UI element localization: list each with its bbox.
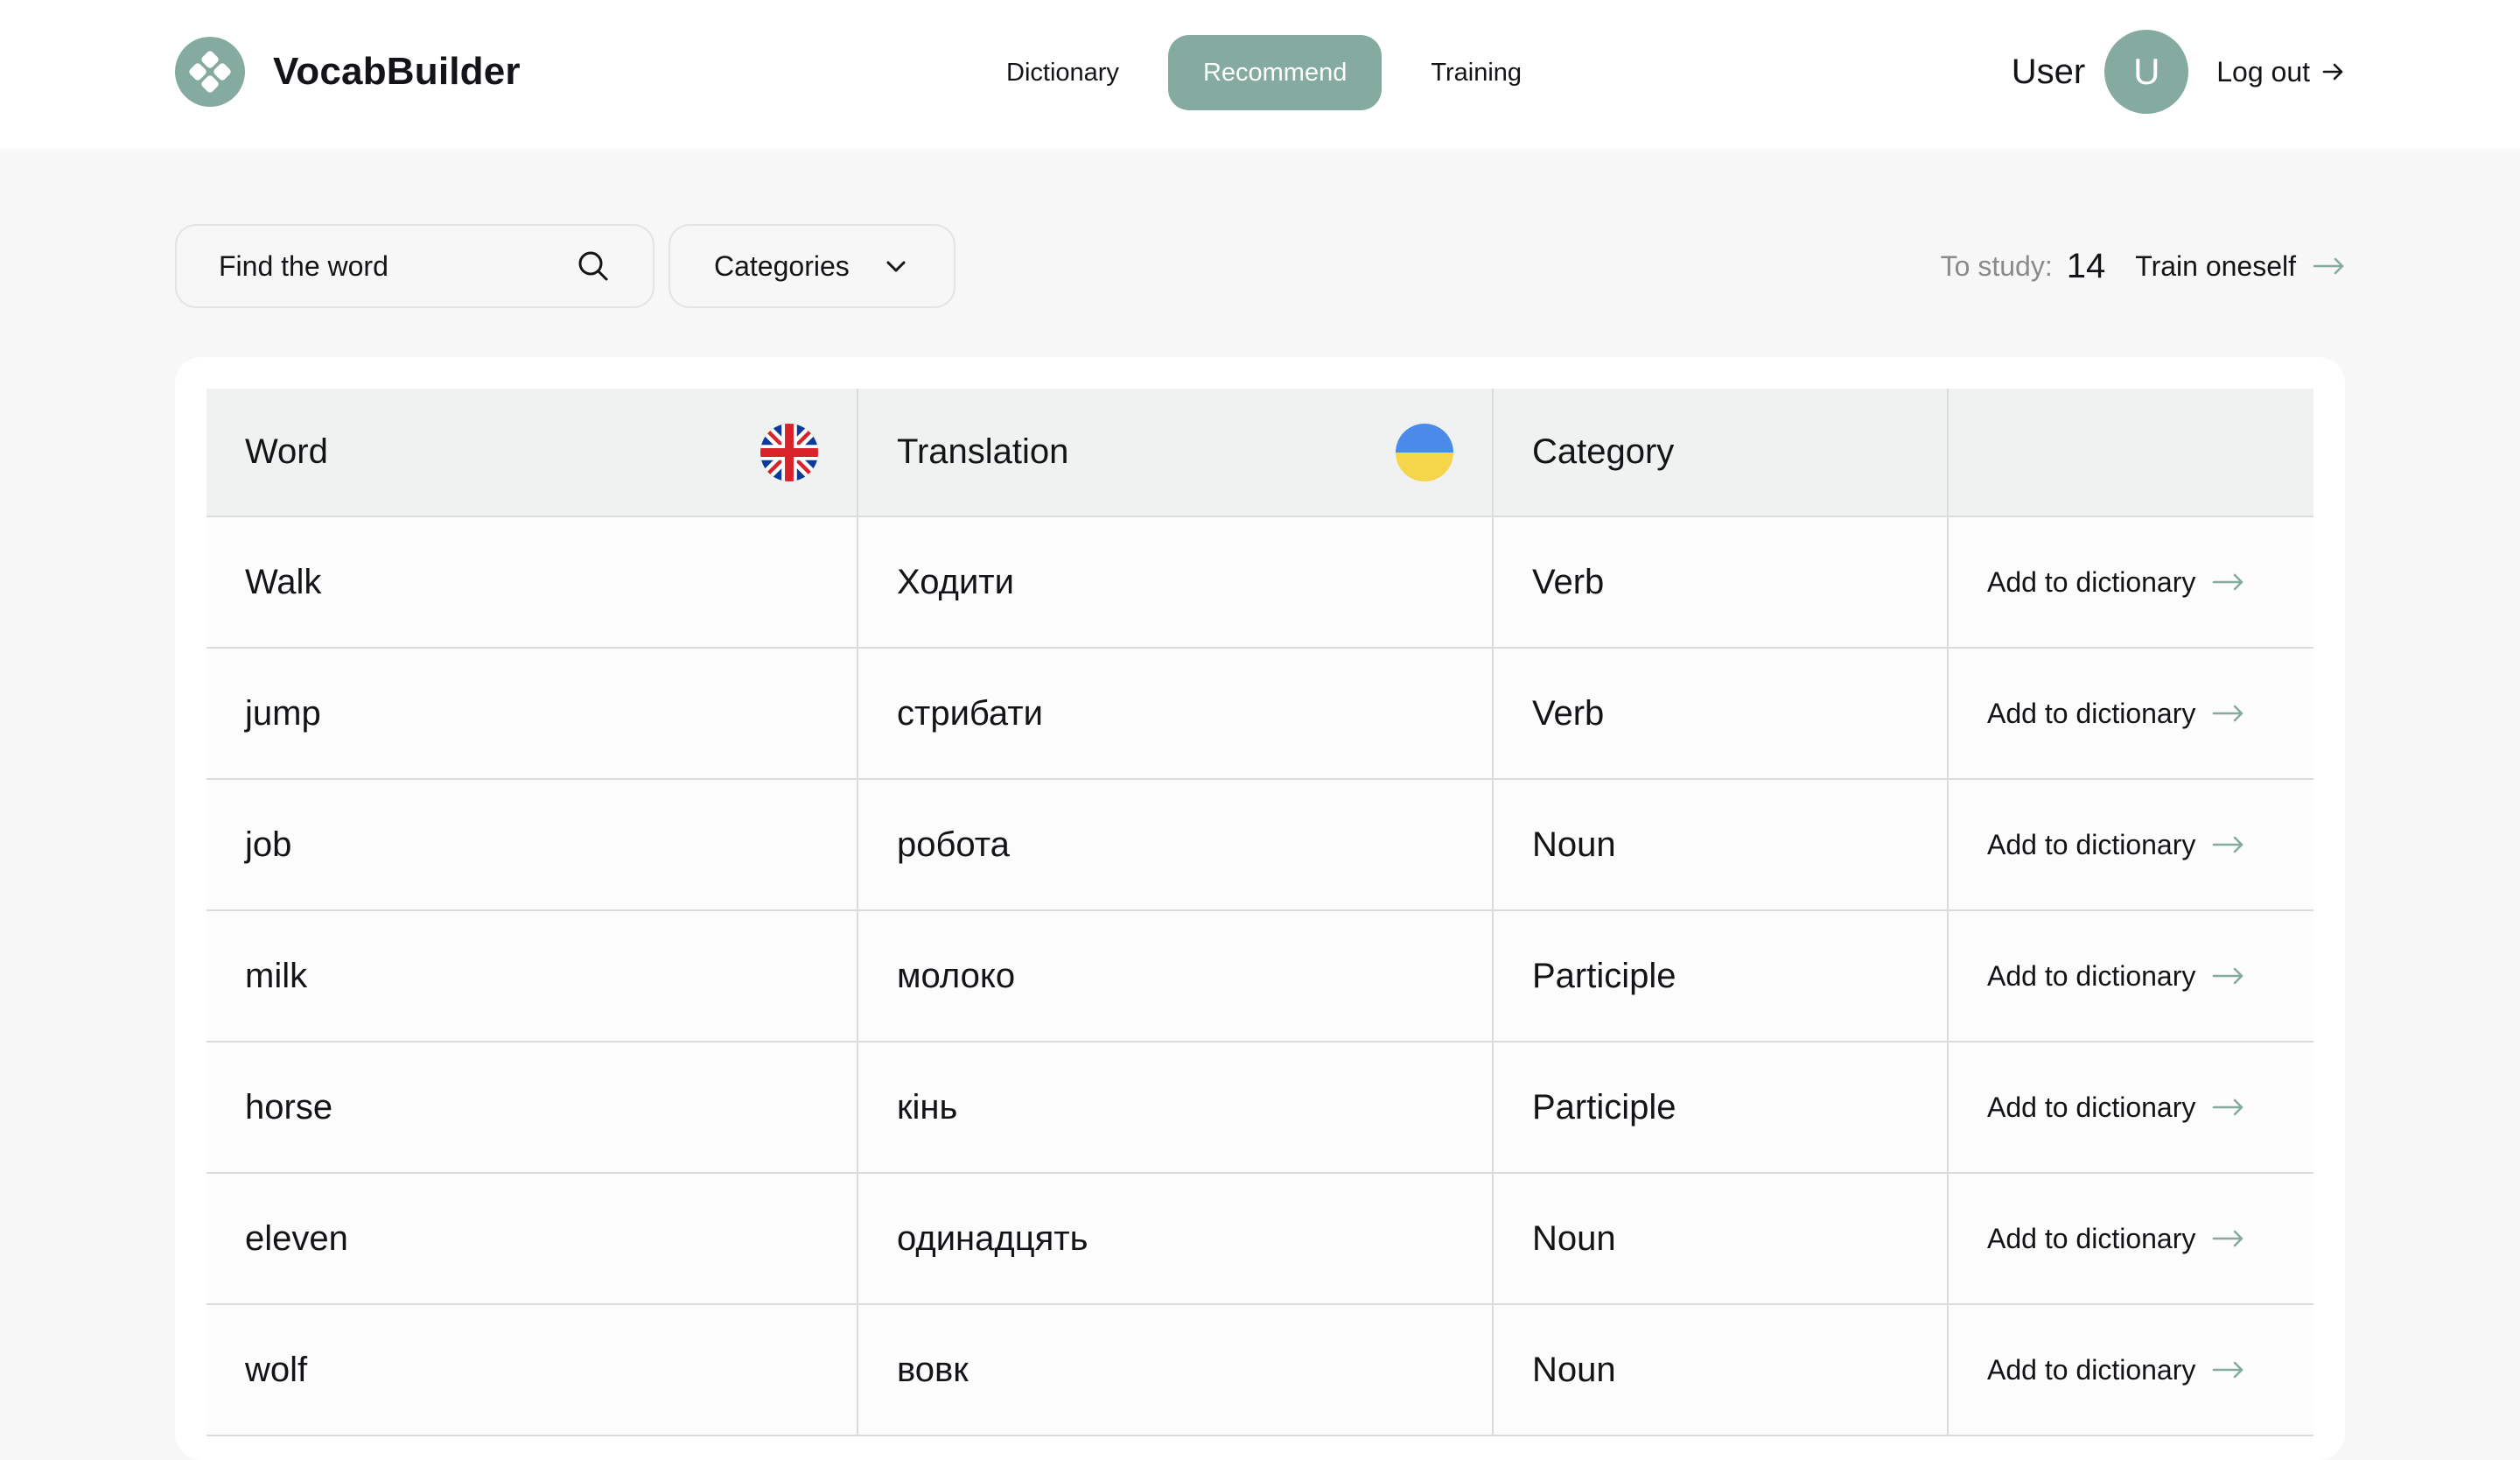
column-header-word: Word bbox=[206, 389, 858, 517]
avatar[interactable]: U bbox=[2104, 30, 2189, 114]
action-cell: Add to dictionary bbox=[1947, 1172, 2314, 1305]
to-study-label: To study: bbox=[1940, 249, 2053, 282]
table-row: eleven одинадцять Noun Add to dictionary bbox=[206, 1172, 2314, 1305]
user-name: User bbox=[2011, 52, 2086, 91]
translation-cell: робота bbox=[857, 778, 1494, 911]
arrow-right-icon bbox=[2213, 1361, 2244, 1379]
app-title: VocabBuilder bbox=[273, 50, 521, 93]
word-cell: milk bbox=[206, 909, 858, 1042]
uk-flag-icon bbox=[760, 423, 818, 481]
category-cell: Participle bbox=[1492, 1041, 1949, 1174]
categories-select[interactable]: Categories bbox=[668, 224, 956, 308]
add-to-dictionary-label: Add to dictionary bbox=[1987, 828, 2196, 860]
logo[interactable]: VocabBuilder bbox=[175, 37, 521, 107]
word-cell: Walk bbox=[206, 516, 858, 649]
logout-label: Log out bbox=[2216, 55, 2310, 88]
category-cell: Verb bbox=[1492, 647, 1949, 780]
add-to-dictionary-button[interactable]: Add to dictionary bbox=[1987, 1223, 2275, 1255]
action-cell: Add to dictionary bbox=[1947, 909, 2314, 1042]
table-row: job робота Noun Add to dictionary bbox=[206, 778, 2314, 911]
word-cell: eleven bbox=[206, 1172, 858, 1305]
category-cell: Verb bbox=[1492, 516, 1949, 649]
arrow-right-icon bbox=[2322, 63, 2343, 81]
search-input[interactable] bbox=[219, 249, 551, 283]
table-body: Walk Ходити Verb Add to dictionary jump стриб… bbox=[206, 516, 2314, 1436]
translation-cell: молоко bbox=[857, 909, 1494, 1042]
translation-cell: стрибати bbox=[857, 647, 1494, 780]
action-cell: Add to dictionary bbox=[1947, 647, 2314, 780]
category-cell: Participle bbox=[1492, 909, 1949, 1042]
chevron-down-icon bbox=[886, 261, 906, 272]
add-to-dictionary-label: Add to dictionary bbox=[1987, 1353, 2196, 1386]
nav-recommend[interactable]: Recommend bbox=[1167, 35, 1382, 110]
search-box bbox=[175, 224, 654, 308]
add-to-dictionary-button[interactable]: Add to dictionary bbox=[1987, 960, 2275, 993]
study-summary: To study: 14 Train oneself bbox=[1941, 242, 2345, 291]
add-to-dictionary-button[interactable]: Add to dictionary bbox=[1987, 829, 2275, 861]
action-cell: Add to dictionary bbox=[1947, 778, 2314, 911]
column-header-translation: Translation bbox=[857, 389, 1494, 517]
action-cell: Add to dictionary bbox=[1947, 516, 2314, 649]
top-header: VocabBuilder Dictionary Recommend Traini… bbox=[0, 0, 2520, 149]
main-nav: Dictionary Recommend Training bbox=[971, 35, 1571, 110]
arrow-right-icon bbox=[2213, 573, 2244, 591]
arrow-right-icon bbox=[2213, 967, 2244, 985]
word-cell: job bbox=[206, 778, 858, 911]
column-header-category: Category bbox=[1492, 389, 1949, 517]
word-cell: horse bbox=[206, 1041, 858, 1174]
logout-button[interactable]: Log out bbox=[2216, 56, 2345, 88]
add-to-dictionary-button[interactable]: Add to dictionary bbox=[1987, 698, 2275, 730]
search-icon[interactable] bbox=[576, 249, 611, 284]
column-header-translation-label: Translation bbox=[897, 432, 1069, 471]
arrow-right-icon bbox=[2213, 1099, 2244, 1116]
table-row: jump стрибати Verb Add to dictionary bbox=[206, 647, 2314, 780]
to-study-count: 14 bbox=[2066, 246, 2106, 285]
add-to-dictionary-label: Add to dictionary bbox=[1987, 1222, 2196, 1254]
arrow-right-icon bbox=[2213, 1230, 2244, 1247]
train-oneself-link[interactable]: Train oneself bbox=[2135, 250, 2345, 283]
nav-training[interactable]: Training bbox=[1396, 35, 1557, 110]
translation-cell: одинадцять bbox=[857, 1172, 1494, 1305]
categories-label: Categories bbox=[714, 249, 850, 282]
translation-cell: Ходити bbox=[857, 516, 1494, 649]
train-oneself-label: Train oneself bbox=[2135, 249, 2296, 282]
category-cell: Noun bbox=[1492, 1172, 1949, 1305]
word-cell: jump bbox=[206, 647, 858, 780]
add-to-dictionary-label: Add to dictionary bbox=[1987, 697, 2196, 729]
logo-icon bbox=[175, 37, 245, 107]
user-area: User U Log out bbox=[2012, 30, 2345, 114]
add-to-dictionary-button[interactable]: Add to dictionary bbox=[1987, 566, 2275, 599]
column-header-word-label: Word bbox=[245, 432, 328, 471]
translation-cell: кінь bbox=[857, 1041, 1494, 1174]
table-row: milk молоко Participle Add to dictionary bbox=[206, 909, 2314, 1042]
category-cell: Noun bbox=[1492, 778, 1949, 911]
arrow-right-icon bbox=[2213, 705, 2244, 722]
arrow-right-icon bbox=[2313, 257, 2344, 275]
column-header-action bbox=[1947, 389, 2314, 517]
table-row: horse кінь Participle Add to dictionary bbox=[206, 1041, 2314, 1174]
table-header-row: Word Translation Category bbox=[206, 389, 2314, 517]
action-cell: Add to dictionary bbox=[1947, 1041, 2314, 1174]
nav-dictionary[interactable]: Dictionary bbox=[971, 35, 1154, 110]
table-row: Walk Ходити Verb Add to dictionary bbox=[206, 516, 2314, 649]
add-to-dictionary-label: Add to dictionary bbox=[1987, 1091, 2196, 1123]
add-to-dictionary-button[interactable]: Add to dictionary bbox=[1987, 1354, 2275, 1386]
add-to-dictionary-label: Add to dictionary bbox=[1987, 959, 2196, 992]
ukraine-flag-icon bbox=[1396, 423, 1453, 481]
add-to-dictionary-button[interactable]: Add to dictionary bbox=[1987, 1091, 2275, 1124]
arrow-right-icon bbox=[2213, 836, 2244, 853]
add-to-dictionary-label: Add to dictionary bbox=[1987, 565, 2196, 598]
words-table: Word Translation Category Walk Ходити Ve… bbox=[206, 389, 2314, 1436]
